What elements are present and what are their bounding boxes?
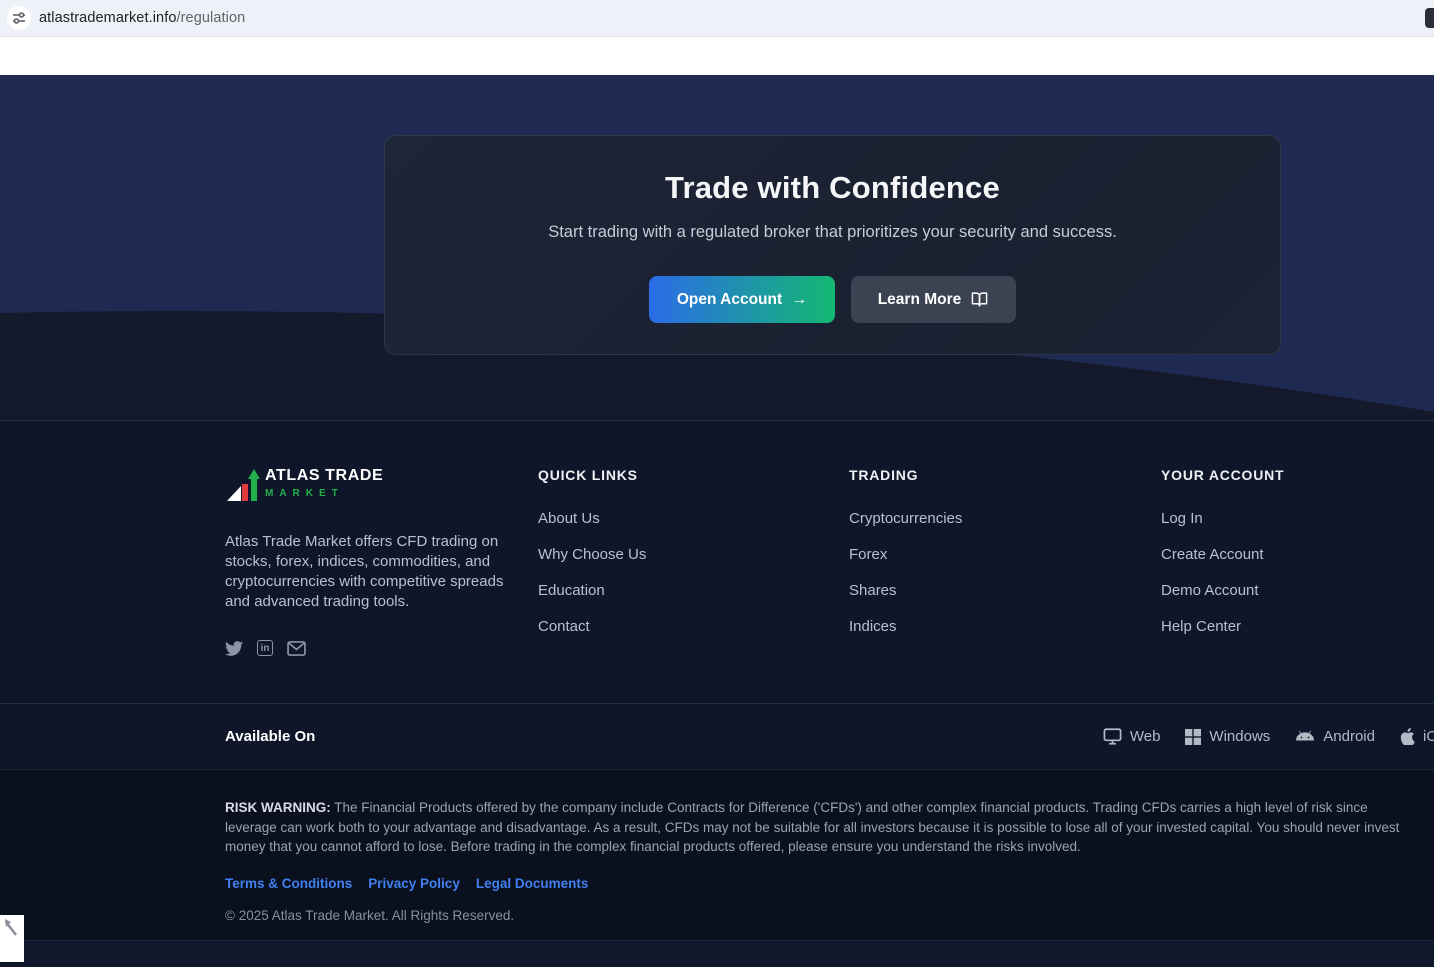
platform-web-label: Web <box>1129 728 1161 745</box>
brand-name-bottom: MARKET <box>265 488 344 499</box>
footer-quick-links-column: QUICK LINKS About Us Why Choose Us Educa… <box>538 467 849 656</box>
risk-warning-label: RISK WARNING: <box>225 800 331 815</box>
hero-section: Trade with Confidence Start trading with… <box>0 75 1434 420</box>
brand-name: ATLAS TRADE MARKET <box>265 467 383 499</box>
learn-more-label: Learn More <box>877 290 962 308</box>
site-settings-icon[interactable] <box>7 6 31 30</box>
column-title-quick-links: QUICK LINKS <box>538 467 638 483</box>
hero-cta-card: Trade with Confidence Start trading with… <box>384 135 1281 355</box>
footer-link-why-choose-us[interactable]: Why Choose Us <box>538 546 849 566</box>
column-title-trading: TRADING <box>849 467 919 483</box>
footer-link-indices[interactable]: Indices <box>849 618 1161 638</box>
legal-section: RISK WARNING: The Financial Products off… <box>0 769 1434 940</box>
available-on-bar: Available On Web Windows Android iO <box>0 703 1434 769</box>
url-path: /regulation <box>176 10 246 26</box>
diagonal-arrow-icon <box>5 919 17 936</box>
footer-link-help-center[interactable]: Help Center <box>1161 618 1434 638</box>
brand-logo[interactable]: ATLAS TRADE MARKET <box>225 467 538 510</box>
column-title-your-account: YOUR ACCOUNT <box>1161 467 1285 483</box>
apple-icon <box>1400 728 1415 745</box>
social-icons-row: in <box>225 640 538 656</box>
risk-warning: RISK WARNING: The Financial Products off… <box>225 798 1415 857</box>
brand-description: Atlas Trade Market offers CFD trading on… <box>225 533 504 610</box>
open-account-button[interactable]: Open Account → <box>649 276 835 323</box>
legal-links-row: Terms & Conditions Privacy Policy Legal … <box>225 876 1434 891</box>
open-account-label: Open Account <box>676 290 783 308</box>
page-bottom-strip <box>0 940 1434 967</box>
footer-link-about-us[interactable]: About Us <box>538 510 849 530</box>
available-on-label: Available On <box>225 728 316 745</box>
linkedin-glyph: in <box>257 640 273 656</box>
terms-and-conditions-link[interactable]: Terms & Conditions <box>225 876 352 891</box>
brand-chart-icon <box>225 467 261 510</box>
platform-web[interactable]: Web <box>1103 728 1161 745</box>
footer-link-education[interactable]: Education <box>538 582 849 602</box>
email-icon[interactable] <box>287 640 306 656</box>
hero-buttons-row: Open Account → Learn More <box>385 276 1280 323</box>
linkedin-icon[interactable]: in <box>257 640 273 656</box>
footer-link-demo-account[interactable]: Demo Account <box>1161 582 1434 602</box>
footer-link-create-account[interactable]: Create Account <box>1161 546 1434 566</box>
windows-icon <box>1185 728 1202 745</box>
book-open-icon <box>970 291 989 308</box>
arrow-right-icon: → <box>791 290 808 308</box>
footer-account-column: YOUR ACCOUNT Log In Create Account Demo … <box>1161 467 1434 656</box>
footer-trading-column: TRADING Cryptocurrencies Forex Shares In… <box>849 467 1161 656</box>
footer-link-cryptocurrencies[interactable]: Cryptocurrencies <box>849 510 1161 530</box>
platform-android[interactable]: Android <box>1295 728 1375 745</box>
platform-ios-label: iOS <box>1422 728 1434 745</box>
footer-columns: ATLAS TRADE MARKET Atlas Trade Market of… <box>225 421 1434 656</box>
footer-link-forex[interactable]: Forex <box>849 546 1161 566</box>
legal-documents-link[interactable]: Legal Documents <box>476 876 589 891</box>
url-text[interactable]: atlastrademarket.info/regulation <box>39 10 245 26</box>
learn-more-button[interactable]: Learn More <box>851 276 1016 323</box>
hero-title: Trade with Confidence <box>665 170 1000 205</box>
platforms-row: Web Windows Android iO <box>1103 728 1434 745</box>
browser-extension-chip[interactable] <box>1425 8 1434 28</box>
twitter-icon[interactable] <box>225 640 243 656</box>
brand-name-top: ATLAS TRADE <box>265 467 384 484</box>
platform-android-label: Android <box>1323 728 1375 745</box>
footer: ATLAS TRADE MARKET Atlas Trade Market of… <box>0 420 1434 703</box>
url-domain: atlastrademarket.info <box>39 10 177 26</box>
risk-warning-text: The Financial Products offered by the co… <box>225 800 1400 854</box>
platform-windows[interactable]: Windows <box>1185 728 1270 745</box>
footer-brand-column: ATLAS TRADE MARKET Atlas Trade Market of… <box>225 467 538 656</box>
platform-windows-label: Windows <box>1209 728 1271 745</box>
browser-url-bar[interactable]: atlastrademarket.info/regulation <box>0 0 1434 37</box>
footer-link-shares[interactable]: Shares <box>849 582 1161 602</box>
monitor-icon <box>1103 728 1122 745</box>
copyright-text: © 2025 Atlas Trade Market. All Rights Re… <box>225 907 515 923</box>
privacy-policy-link[interactable]: Privacy Policy <box>368 876 460 891</box>
hero-subtitle: Start trading with a regulated broker th… <box>548 223 1117 241</box>
platform-ios[interactable]: iOS <box>1400 728 1434 745</box>
footer-link-contact[interactable]: Contact <box>538 618 849 638</box>
scroll-widget[interactable] <box>0 915 24 962</box>
page-top-whitespace <box>0 37 1434 75</box>
footer-link-log-in[interactable]: Log In <box>1161 510 1434 530</box>
android-icon <box>1295 730 1315 743</box>
